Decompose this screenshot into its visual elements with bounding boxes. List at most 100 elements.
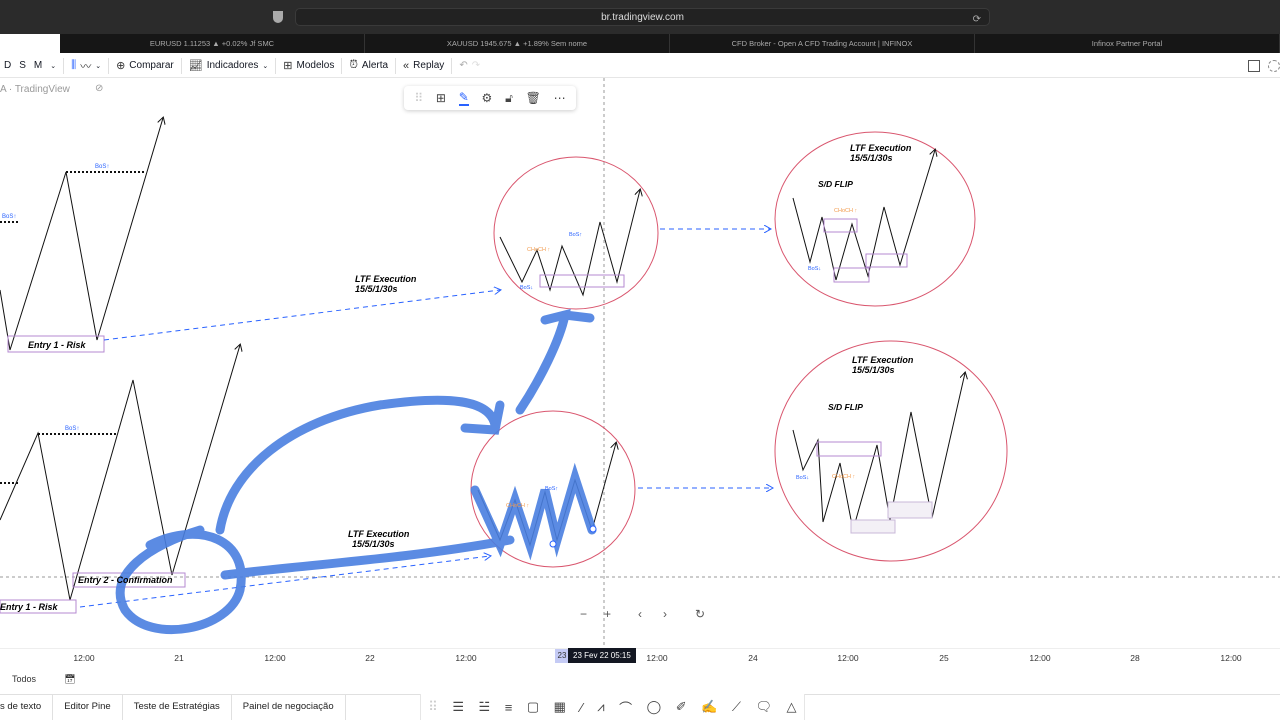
indicators-icon: 📈︎ (188, 60, 203, 72)
redo-icon[interactable]: ↷ (472, 60, 480, 71)
undo-icon[interactable]: ↶ (459, 60, 467, 71)
path-icon[interactable]: ⩘ (597, 699, 604, 715)
bos-label: BoS↑ (95, 164, 109, 170)
drag-handle-icon[interactable]: ⠿ (428, 699, 438, 715)
goto-date-icon[interactable]: 📅︎ (64, 674, 75, 685)
settings-icon[interactable]: ⚙ (482, 91, 493, 105)
chart-canvas[interactable]: BoS↑ BoS↑ Entry 1 - Risk LTF Execution 1… (0, 78, 1280, 648)
crosshair-time-label: 23 Fev 22 05:15 (568, 648, 636, 663)
drag-handle-icon[interactable]: ⠿ (414, 91, 423, 105)
sd-flip-structure (792, 373, 965, 531)
tab-trading-panel[interactable]: Painel de negociação (232, 695, 346, 720)
trend-line-icon[interactable]: ⁄ (580, 700, 582, 715)
browser-tab[interactable]: Infinox Partner Portal (975, 34, 1280, 53)
chevron-down-icon: ⌄ (262, 62, 269, 70)
anchor-point[interactable] (589, 525, 597, 533)
zoom-out-icon[interactable]: − (580, 607, 587, 621)
ellipse-icon[interactable]: ◯ (647, 699, 662, 715)
entry-label: Entry 2 - Confirmation (78, 575, 173, 585)
ltf-label: LTF Execution (348, 529, 410, 539)
sd-flip-structure (792, 150, 935, 281)
projection-arrow (103, 290, 500, 341)
rectangle-icon[interactable]: ▢ (527, 699, 539, 715)
bos-label: BoS↑ (65, 426, 79, 432)
reset-icon[interactable]: ↻ (695, 607, 705, 621)
indicators-button[interactable]: 📈︎ Indicadores ⌄ (182, 54, 276, 78)
time-tick: 12:00 (646, 653, 668, 663)
tf-label: 15/5/1/30s (352, 539, 395, 549)
sd-flip-label: S/D FLIP (818, 179, 853, 189)
time-tick: 25 (939, 653, 949, 663)
zoom-in-icon[interactable]: + (604, 607, 611, 621)
measure-icon[interactable]: ⟋ (732, 699, 741, 715)
browser-tab[interactable]: XAUUSD 1945.675 ▲ +1.89% Sem nome (365, 34, 670, 53)
time-tick: 12:00 (837, 653, 859, 663)
scroll-right-icon[interactable]: › (663, 607, 667, 621)
bos-label: BoS↑ (2, 214, 16, 220)
replay-button[interactable]: «Replay (396, 54, 451, 78)
bos-label: BoS↑ (569, 232, 582, 238)
compare-button[interactable]: ⊕ Comparar (109, 54, 181, 78)
time-tick: 12:00 (1029, 653, 1051, 663)
candles-icon[interactable]: ⫼ (71, 59, 76, 72)
browser-tab[interactable]: CFD Broker - Open A CFD Trading Account … (670, 34, 975, 53)
tf-label: 15/5/1/30s (850, 153, 893, 163)
triangle-icon[interactable]: △ (787, 699, 797, 715)
bos-label: BoS↓ (796, 475, 809, 481)
crosshair-day: 23 (555, 649, 569, 663)
regression-icon[interactable]: ☰ (452, 699, 464, 715)
callout-icon[interactable]: 🗨︎ (756, 699, 773, 715)
interval-s[interactable]: S (19, 60, 26, 71)
alert-button[interactable]: ⏰︎ Alerta (342, 54, 395, 78)
fullscreen-icon[interactable] (1248, 60, 1260, 72)
choch-label: CHoCH ↑ (834, 208, 857, 214)
templates-icon[interactable]: ⊞ (436, 91, 446, 105)
replay-icon: « (403, 59, 410, 72)
grid-icon: ⊞ (283, 60, 293, 72)
freehand-scribble (115, 308, 597, 635)
time-tick: 12:00 (1220, 653, 1242, 663)
demand-zone (887, 501, 933, 519)
highlighter-icon[interactable]: ✍ (701, 699, 717, 715)
line-chart-icon[interactable]: 〰 (80, 58, 91, 74)
templates-button[interactable]: ⊞ Modelos (276, 54, 341, 78)
curve-icon[interactable]: ⌒ (619, 698, 632, 717)
anchor-point[interactable] (549, 540, 557, 548)
scroll-left-icon[interactable]: ‹ (638, 607, 642, 621)
drawing-tools-bar: ⠿ ☰ ☱ ≡ ▢ ▦ ⁄ ⩘ ⌒ ◯ ✐ ✍ ⟋ 🗨︎ △ (420, 694, 805, 720)
time-tick: 12:00 (455, 653, 477, 663)
ltf-label: LTF Execution (355, 274, 417, 284)
lock-icon[interactable]: 🔓︎ (505, 91, 513, 106)
tab-text-notes[interactable]: s de texto (0, 695, 54, 720)
reload-icon[interactable]: ⟳ (973, 11, 981, 28)
choch-label: CHoCH ↑ (832, 474, 855, 480)
choch-label: CHoCH ↑ (527, 247, 550, 253)
tf-label: 15/5/1/30s (355, 284, 398, 294)
chevron-down-icon[interactable]: ⌄ (50, 62, 56, 70)
tab-strategy-tester[interactable]: Teste de Estratégias (123, 695, 232, 720)
snapshot-icon[interactable] (1268, 60, 1280, 72)
fib-icon[interactable]: ☱ (479, 699, 491, 715)
interval-m[interactable]: M (34, 60, 42, 71)
lines-icon[interactable]: ≡ (505, 700, 513, 715)
choch-label: CHoCH ↑ (506, 503, 529, 509)
bos-label: BoS↓ (520, 285, 533, 291)
chart-toolbar: D S M ⌄ ⫼ 〰 ⌄ ⊕ Comparar 📈︎ Indicadores ⌄ ⊞ Mo… (0, 54, 1280, 78)
more-icon[interactable]: ⋯ (554, 91, 566, 105)
trash-icon[interactable]: 🗑︎ (526, 91, 541, 105)
browser-tab[interactable]: EURUSD 1.11253 ▲ +0.02% Jf SMC (60, 34, 365, 53)
chevron-down-icon[interactable]: ⌄ (95, 62, 101, 70)
tab-pine-editor[interactable]: Editor Pine (53, 695, 123, 720)
pencil-icon[interactable]: ✎ (458, 90, 469, 106)
brush-icon[interactable]: ✐ (676, 699, 687, 715)
time-axis[interactable]: 12:00 21 12:00 22 12:00 12:00 24 12:00 2… (0, 648, 1280, 665)
plus-circle-icon: ⊕ (116, 60, 126, 72)
range-all-button[interactable]: Todos (12, 674, 36, 684)
sd-flip-label: S/D FLIP (828, 402, 863, 412)
address-bar[interactable]: br.tradingview.com ⟳ (295, 8, 990, 26)
htf-structure-2 (0, 345, 240, 601)
interval-d[interactable]: D (4, 60, 11, 71)
time-tick: 21 (174, 653, 184, 663)
tf-label: 15/5/1/30s (852, 365, 895, 375)
grid-icon[interactable]: ▦ (554, 699, 566, 715)
